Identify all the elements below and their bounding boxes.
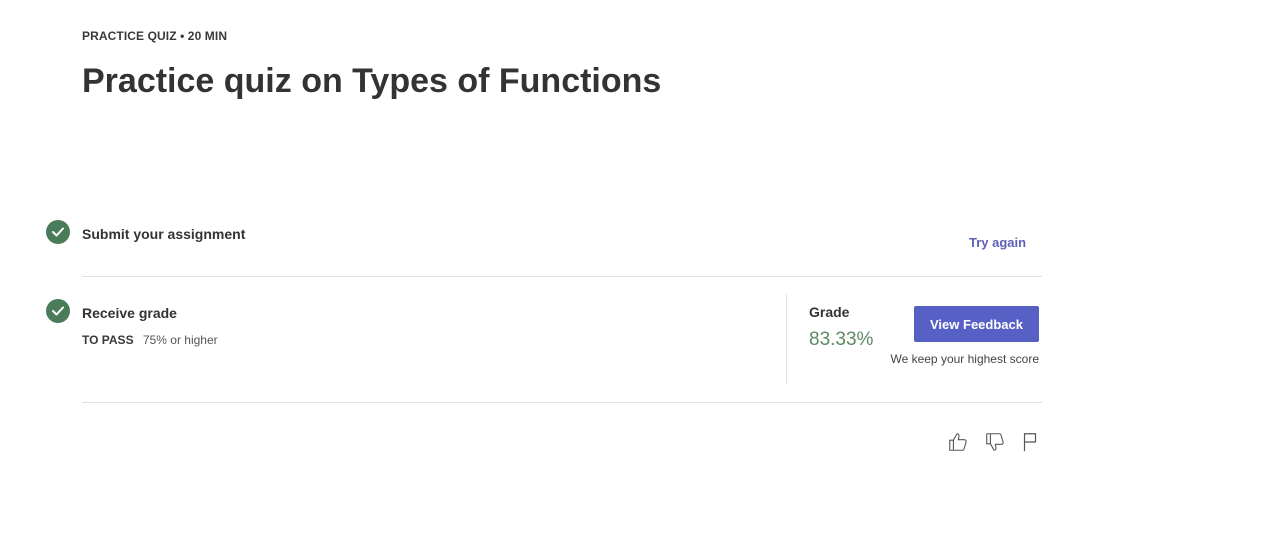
highest-score-note: We keep your highest score (890, 352, 1039, 366)
thumbs-down-icon[interactable] (983, 430, 1007, 454)
divider (82, 402, 1042, 403)
vertical-divider (786, 294, 787, 384)
view-feedback-button[interactable]: View Feedback (914, 306, 1039, 342)
to-pass-value: 75% or higher (142, 333, 218, 347)
try-again-link[interactable]: Try again (969, 235, 1026, 250)
submit-check-icon (46, 220, 70, 244)
thumbs-up-icon[interactable] (946, 430, 970, 454)
quiz-page: PRACTICE QUIZ • 20 MIN Practice quiz on … (0, 0, 1280, 535)
to-pass-label: TO PASS (82, 333, 134, 347)
divider (82, 276, 1042, 277)
to-pass-row: TO PASS 75% or higher (82, 333, 218, 347)
submit-step-title: Submit your assignment (82, 226, 246, 242)
page-title: Practice quiz on Types of Functions (82, 62, 662, 100)
grade-check-icon (46, 299, 70, 323)
quiz-eyebrow: PRACTICE QUIZ • 20 MIN (82, 29, 228, 43)
grade-value: 83.33% (809, 329, 874, 350)
flag-icon[interactable] (1018, 430, 1042, 454)
grade-label: Grade (809, 304, 850, 320)
receive-step-title: Receive grade (82, 305, 177, 321)
